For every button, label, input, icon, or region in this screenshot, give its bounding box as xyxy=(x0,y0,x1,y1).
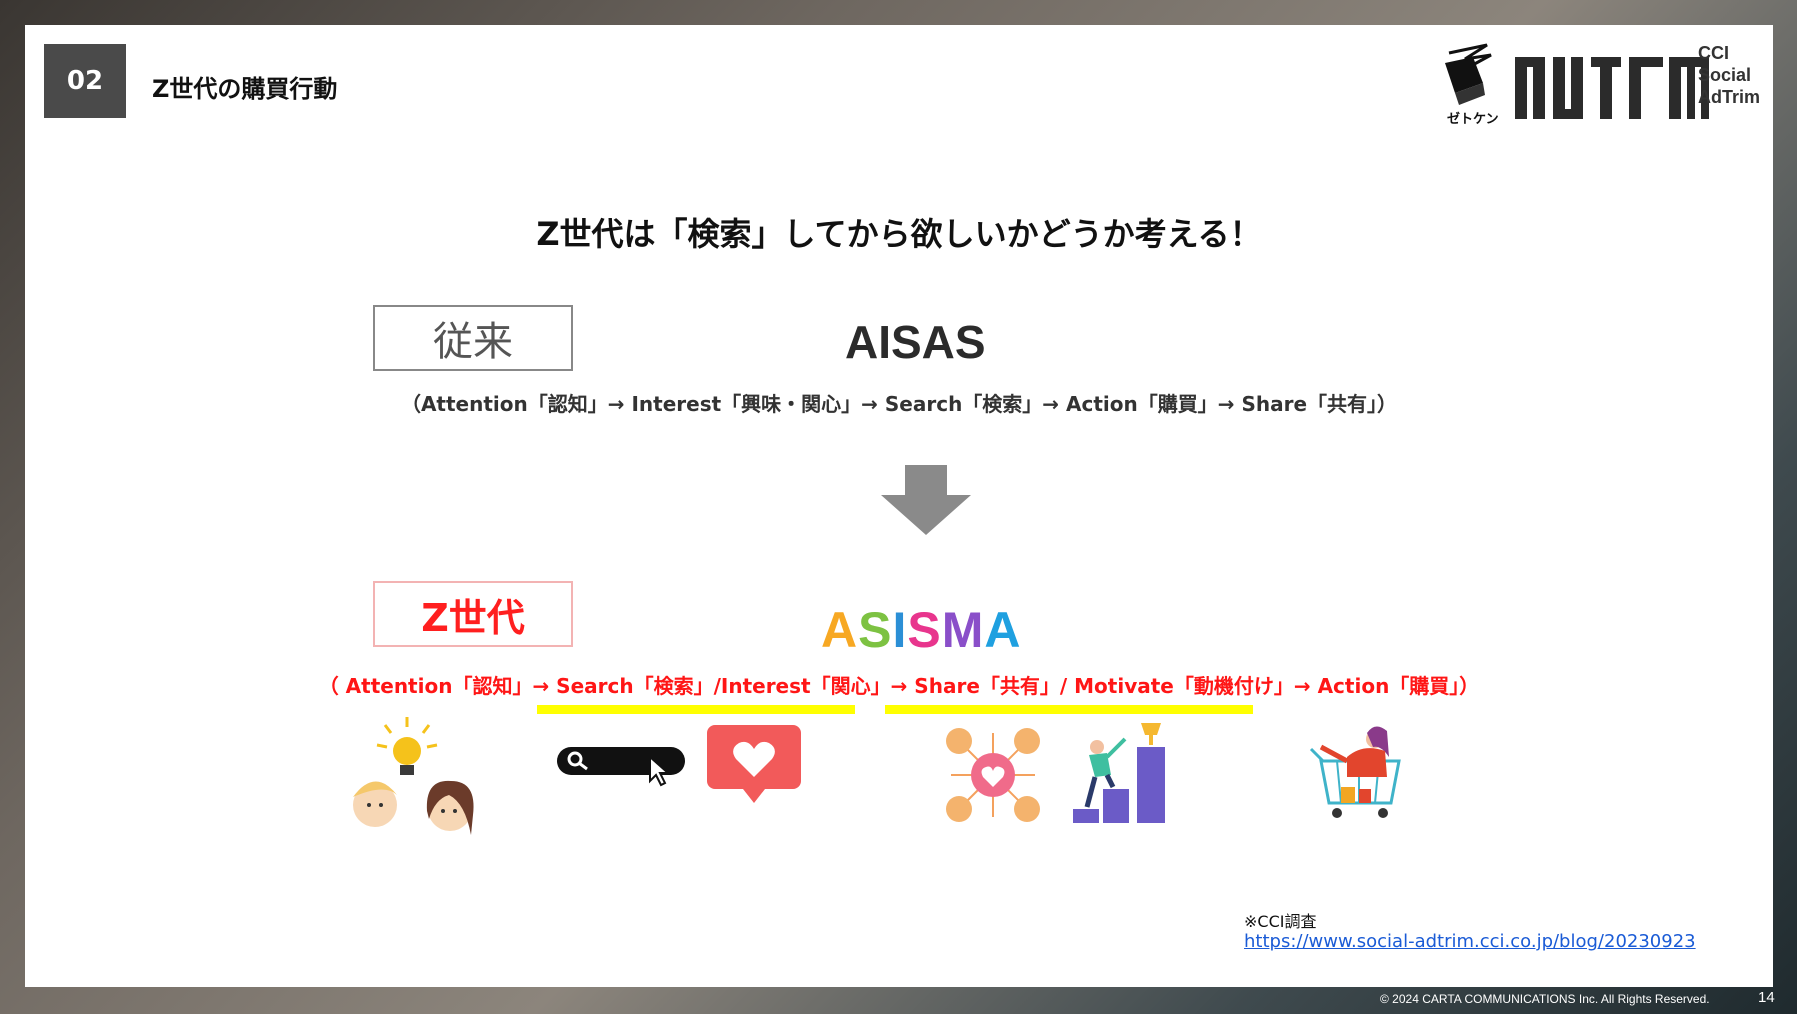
asisma-letter: A xyxy=(821,602,859,658)
asisma-title: ASISMA xyxy=(821,601,1022,659)
asisma-letter: M xyxy=(941,602,985,658)
copyright: © 2024 CARTA COMMUNICATIONS Inc. All Rig… xyxy=(1380,992,1710,1006)
source-note: ※CCI調査 https://www.social-adtrim.cci.co.… xyxy=(1244,912,1696,952)
headline: Z世代は「検索」してから欲しいかどうか考える！ xyxy=(536,215,1262,253)
highlight-share-motivate xyxy=(885,705,1253,714)
page-number: 14 xyxy=(1758,989,1775,1006)
idea-people-icon xyxy=(353,717,474,835)
network-heart-icon xyxy=(946,728,1040,822)
asisma-letter: S xyxy=(858,602,893,658)
brand-text: CCI Social AdTrim xyxy=(1698,43,1761,107)
asisma-letter: A xyxy=(984,602,1022,658)
box-icon xyxy=(1445,43,1492,105)
logo-caption: ゼトケン xyxy=(1447,111,1499,127)
asisma-letter: S xyxy=(907,602,942,658)
aisas-flow: （Attention「認知」→ Interest「興味・関心」→ Search「… xyxy=(400,392,1398,416)
old-model-label: 従来 xyxy=(373,305,573,371)
highlight-search-interest xyxy=(537,705,855,714)
search-bar-icon xyxy=(557,747,685,787)
down-arrow-icon xyxy=(881,465,971,535)
source-label: ※CCI調査 xyxy=(1244,912,1317,931)
heart-like-icon xyxy=(707,725,801,803)
aisas-title: AISAS xyxy=(845,316,986,368)
growth-chart-icon xyxy=(1073,723,1165,823)
section-number: 02 xyxy=(44,44,126,118)
gen-z-label: Z世代 xyxy=(373,581,573,647)
slide: 02 Z世代の購買行動 ゼトケン CCI Social AdTrim Z世代は「… xyxy=(25,25,1773,987)
adtrim-wordmark xyxy=(1515,57,1709,119)
shopping-cart-icon xyxy=(1309,726,1401,818)
asisma-flow: （ Attention「認知」→ Search「検索」/Interest「関心」… xyxy=(318,674,1480,698)
asisma-letter: I xyxy=(892,602,908,658)
section-title: Z世代の購買行動 xyxy=(152,75,338,103)
source-link[interactable]: https://www.social-adtrim.cci.co.jp/blog… xyxy=(1244,932,1696,952)
